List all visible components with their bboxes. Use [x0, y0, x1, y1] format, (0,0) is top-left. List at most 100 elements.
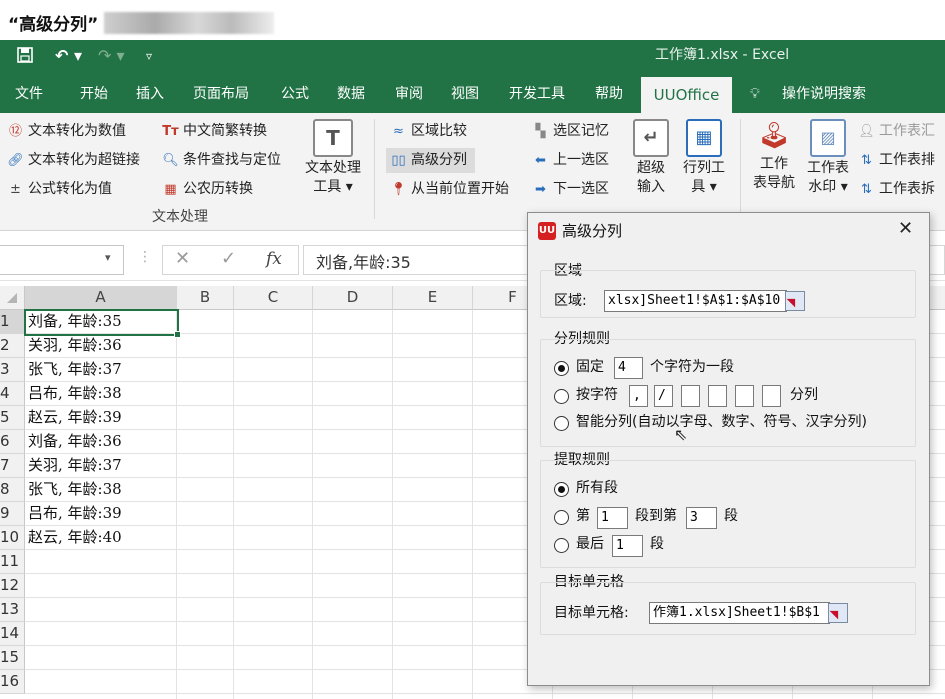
char-input-5[interactable]	[735, 385, 754, 407]
sheet-sort-button[interactable]: ⇅ 工作表排	[858, 150, 935, 171]
next-selection-button[interactable]: ➡ 下一选区	[532, 179, 609, 200]
customize-icon[interactable]: ▿	[146, 46, 152, 66]
range-compare-button[interactable]: ≈ 区域比较	[390, 121, 467, 142]
column-header[interactable]: B	[177, 286, 234, 310]
row-header[interactable]: 16	[0, 670, 25, 694]
last-count-input[interactable]: 1	[612, 535, 643, 557]
char-input-1[interactable]: ,	[629, 385, 648, 407]
save-icon[interactable]	[16, 46, 34, 69]
formula-to-value-button[interactable]: ± 公式转化为值	[7, 179, 112, 200]
joystick-icon: 🕹︎	[757, 121, 791, 151]
function-icon[interactable]: fx	[266, 249, 282, 269]
tab-help[interactable]: 帮助	[595, 84, 623, 104]
cell-a9[interactable]: 吕布, 年龄:39	[25, 502, 122, 525]
cell-a3[interactable]: 张飞, 年龄:37	[25, 358, 122, 381]
row-header[interactable]: 1	[0, 310, 25, 334]
nth-segment-radio[interactable]	[554, 510, 569, 525]
sheet-summary-button[interactable]: 👤︎ 工作表汇	[858, 121, 935, 142]
smart-split-radio[interactable]	[554, 416, 569, 431]
fill-handle[interactable]	[174, 331, 181, 338]
char-input-6[interactable]	[762, 385, 781, 407]
tab-formulas[interactable]: 公式	[281, 84, 309, 104]
cell-a5[interactable]: 赵云, 年龄:39	[25, 406, 122, 429]
sheet-split-button[interactable]: ⇅ 工作表拆	[858, 179, 935, 200]
row-header[interactable]: 7	[0, 454, 25, 478]
column-header[interactable]: E	[393, 286, 473, 310]
target-picker-icon[interactable]	[828, 603, 848, 623]
row-header[interactable]: 2	[0, 334, 25, 358]
fixed-radio[interactable]	[554, 361, 569, 376]
cell-a6[interactable]: 刘备, 年龄:36	[25, 430, 122, 453]
select-all-corner[interactable]	[0, 286, 25, 310]
tab-insert[interactable]: 插入	[136, 84, 164, 104]
tab-home[interactable]: 开始	[80, 84, 108, 104]
target-input[interactable]: 作簿1.xlsx]Sheet1!$B$1	[649, 602, 830, 624]
region-picker-icon[interactable]	[785, 291, 805, 311]
row-header[interactable]: 5	[0, 406, 25, 430]
fixed-count-input[interactable]: 4	[614, 357, 643, 379]
row-header[interactable]: 12	[0, 574, 25, 598]
chinese-convert-button[interactable]: Tт 中文简繁转换	[162, 121, 267, 142]
row-header[interactable]: 15	[0, 646, 25, 670]
calendar-convert-button[interactable]: ▦ 公农历转换	[162, 179, 253, 200]
row-header[interactable]: 11	[0, 550, 25, 574]
row-col-tool-button[interactable]: ▦ 行列工 具 ▾	[679, 119, 729, 197]
name-box[interactable]: ▾	[0, 245, 124, 275]
redo-icon[interactable]: ↷ ▾	[98, 46, 125, 66]
close-icon[interactable]: ✕	[898, 218, 913, 239]
column-header[interactable]: A	[25, 286, 177, 311]
cancel-icon[interactable]: ✕	[175, 248, 190, 269]
formula-buttons: ✕ ✓ fx	[162, 245, 299, 275]
tab-uuoffice[interactable]: UUOffice	[641, 77, 732, 113]
row-header[interactable]: 14	[0, 622, 25, 646]
nth-from-input[interactable]: 1	[597, 507, 628, 529]
split-icon: ▯▯	[391, 153, 406, 168]
undo-icon[interactable]: ↶ ▾	[55, 46, 82, 66]
tell-me-search[interactable]: 操作说明搜索	[782, 84, 866, 104]
cell-a4[interactable]: 吕布, 年龄:38	[25, 382, 122, 405]
sheet-watermark-button[interactable]: ▨ 工作表 水印 ▾	[802, 119, 854, 197]
tab-page-layout[interactable]: 页面布局	[193, 84, 249, 104]
last-segment-radio[interactable]	[554, 538, 569, 553]
all-segments-radio[interactable]	[554, 482, 569, 497]
row-header[interactable]: 3	[0, 358, 25, 382]
nth-to-input[interactable]: 3	[686, 507, 717, 529]
row-header[interactable]: 9	[0, 502, 25, 526]
column-header[interactable]: D	[313, 286, 393, 310]
tab-review[interactable]: 审阅	[395, 84, 423, 104]
char-input-4[interactable]	[708, 385, 727, 407]
column-header[interactable]: C	[234, 286, 313, 310]
text-to-number-button[interactable]: ⑫ 文本转化为数值	[7, 121, 126, 142]
selection-memory-button[interactable]: ▚ 选区记忆	[532, 121, 610, 142]
by-char-label: 按字符	[576, 387, 618, 403]
cell-a2[interactable]: 关羽, 年龄:36	[25, 334, 122, 357]
from-current-button[interactable]: 📍︎ 从当前位置开始	[390, 179, 509, 200]
tab-file[interactable]: 文件	[15, 84, 43, 104]
text-to-hyperlink-button[interactable]: 🔗︎ 文本转化为超链接	[7, 150, 140, 171]
row-header[interactable]: 13	[0, 598, 25, 622]
super-input-button[interactable]: ↵ 超级 输入	[629, 119, 673, 197]
row-header[interactable]: 8	[0, 478, 25, 502]
sheet-navigation-button[interactable]: 🕹︎ 工作 表导航	[750, 119, 798, 193]
drag-handle-icon[interactable]: ⋮	[138, 249, 152, 265]
by-char-radio[interactable]	[554, 389, 569, 404]
advanced-split-button[interactable]: ▯▯ 高级分列	[386, 148, 475, 173]
cell-a10[interactable]: 赵云, 年龄:40	[25, 526, 122, 549]
cell-a8[interactable]: 张飞, 年龄:38	[25, 478, 122, 501]
row-header[interactable]: 10	[0, 526, 25, 550]
confirm-icon[interactable]: ✓	[221, 248, 236, 269]
conditional-find-button[interactable]: 🔍︎ 条件查找与定位	[162, 150, 281, 171]
cell-a7[interactable]: 关羽, 年龄:37	[25, 454, 122, 477]
text-tool-button[interactable]: T 文本处理 工具 ▾	[302, 119, 364, 197]
tab-view[interactable]: 视图	[451, 84, 479, 104]
char-input-3[interactable]	[681, 385, 700, 407]
chevron-down-icon[interactable]: ▾	[105, 251, 111, 264]
tab-data[interactable]: 数据	[337, 84, 365, 104]
row-header[interactable]: 4	[0, 382, 25, 406]
char-input-2[interactable]: /	[654, 385, 673, 407]
previous-selection-button[interactable]: ⬅ 上一选区	[532, 150, 609, 171]
region-input[interactable]: xlsx]Sheet1!$A$1:$A$10	[604, 290, 787, 312]
split-sheet-icon: ⇅	[861, 182, 872, 197]
row-header[interactable]: 6	[0, 430, 25, 454]
tab-developer[interactable]: 开发工具	[509, 84, 565, 104]
